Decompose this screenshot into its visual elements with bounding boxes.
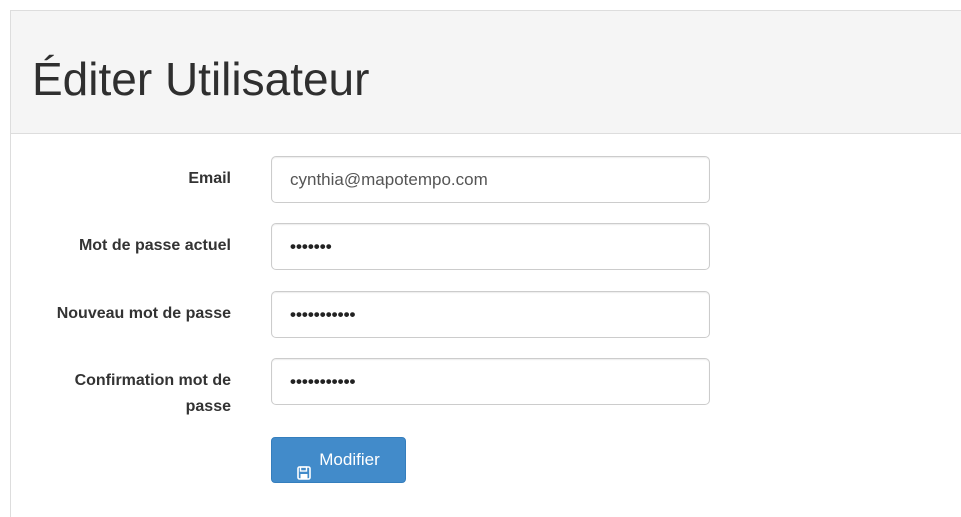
modify-button-label: Modifier: [319, 450, 380, 469]
page-title: Éditer Utilisateur: [32, 53, 370, 105]
confirm-password-field[interactable]: •••••••••••: [271, 358, 710, 405]
confirm-password-label: Confirmation mot de passe: [11, 368, 231, 420]
panel-heading: Éditer Utilisateur: [11, 11, 961, 134]
confirm-password-label-line1: Confirmation mot de: [74, 372, 231, 389]
current-password-field[interactable]: •••••••: [271, 223, 710, 270]
current-password-label: Mot de passe actuel: [78, 237, 231, 254]
edit-user-panel: Éditer Utilisateur Email cynthia@mapotem…: [10, 10, 961, 517]
floppy-disk-icon: [297, 453, 312, 480]
new-password-label: Nouveau mot de passe: [56, 305, 231, 322]
modify-button[interactable]: Modifier: [271, 437, 406, 483]
email-field[interactable]: cynthia@mapotempo.com: [271, 156, 710, 203]
confirm-password-label-line2: passe: [185, 398, 231, 415]
new-password-field[interactable]: •••••••••••: [271, 291, 710, 338]
email-label: Email: [188, 170, 231, 187]
